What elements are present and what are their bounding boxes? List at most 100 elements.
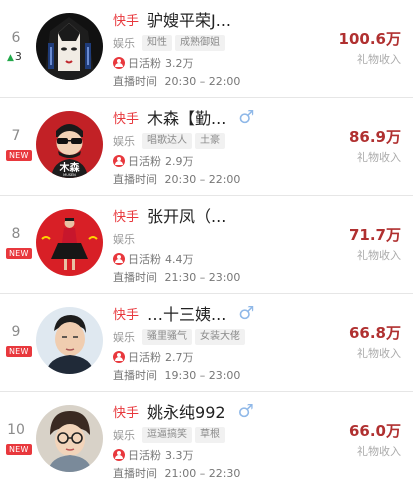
avatar[interactable]: 木森 MUSEN xyxy=(36,111,103,178)
live-time-label: 直播时间 xyxy=(113,271,157,284)
category-label: 娱乐 xyxy=(113,37,135,50)
tag: 成熟御姐 xyxy=(175,35,225,51)
streamer-name[interactable]: 木森【勤... xyxy=(147,105,226,129)
up-arrow-icon: ▲ xyxy=(7,53,14,63)
gift-income-label: 礼物收入 xyxy=(357,445,401,458)
gift-income-amount: 66.8万 xyxy=(348,324,401,342)
rank-change: ▲3 xyxy=(7,50,22,63)
gift-income-label: 礼物收入 xyxy=(357,53,401,66)
tag: 女装大佬 xyxy=(195,329,245,345)
gift-income-amount: 66.0万 xyxy=(348,422,401,440)
streamer-info: 快手 木森【勤... ♂ 娱乐 唱歌达人 土豪 日活粉 2.9万 直播时间 20… xyxy=(113,106,333,187)
fans-count: 3.3万 xyxy=(165,448,194,462)
ranking-row[interactable]: 9 NEW 快手 …十三姨... ♂ 娱乐 骚里骚气 女装大佬 日活粉 2.7万… xyxy=(0,294,413,392)
live-time-label: 直播时间 xyxy=(113,467,157,480)
avatar-image: 木森 MUSEN xyxy=(36,111,103,178)
fans-label: 日活粉 xyxy=(128,448,161,462)
new-badge: NEW xyxy=(6,150,32,161)
tag: 草根 xyxy=(195,427,225,443)
tag: 知性 xyxy=(142,35,172,51)
rank-column: 8 NEW xyxy=(5,196,32,293)
avatar[interactable] xyxy=(36,405,103,472)
fans-count: 2.9万 xyxy=(165,154,194,168)
ranking-row[interactable]: 10 NEW 快手 姚永纯992 ♂ 娱乐 逗逼搞笑 草根 日活粉 3.3万 直… xyxy=(0,392,413,490)
tag: 唱歌达人 xyxy=(142,133,192,149)
fans-label: 日活粉 xyxy=(128,252,161,266)
fans-label: 日活粉 xyxy=(128,154,161,168)
new-badge: NEW xyxy=(6,346,32,357)
streamer-info: 快手 姚永纯992 ♂ 娱乐 逗逼搞笑 草根 日活粉 3.3万 直播时间 21:… xyxy=(113,400,333,481)
avatar-image xyxy=(36,307,103,374)
new-badge: NEW xyxy=(6,248,32,259)
streamer-name[interactable]: 驴嫂平荣J... xyxy=(147,7,231,31)
male-gender-icon: ♂ xyxy=(238,106,255,128)
live-time-value: 20:30 – 22:00 xyxy=(164,173,241,186)
fans-count: 2.7万 xyxy=(165,350,194,364)
fans-icon xyxy=(113,56,125,69)
fans-icon xyxy=(113,448,125,461)
avatar[interactable] xyxy=(36,209,103,276)
avatar-logo-subtext: MUSEN xyxy=(63,173,76,177)
live-time-label: 直播时间 xyxy=(113,173,157,186)
category-label: 娱乐 xyxy=(113,331,135,344)
live-time-label: 直播时间 xyxy=(113,369,157,382)
gift-income-label: 礼物收入 xyxy=(357,249,401,262)
new-badge: NEW xyxy=(6,444,32,455)
income-block: 66.8万 礼物收入 xyxy=(349,324,401,361)
male-gender-icon: ♂ xyxy=(237,400,254,422)
streamer-name[interactable]: 姚永纯992 xyxy=(147,399,226,423)
rank-change-value: 3 xyxy=(14,50,22,63)
platform-label: 快手 xyxy=(113,405,140,421)
gift-income-amount: 100.6万 xyxy=(338,30,401,48)
rank-number: 10 xyxy=(7,422,25,438)
platform-label: 快手 xyxy=(113,13,140,29)
rank-number: 8 xyxy=(11,226,21,242)
ranking-row[interactable]: 7 NEW 木森 MUSEN 快手 木森【勤... ♂ 娱乐 唱歌达人 土豪 日… xyxy=(0,98,413,196)
rank-number: 6 xyxy=(11,30,21,46)
rank-column: 6 ▲3 xyxy=(5,0,31,97)
streamer-name[interactable]: 张开凤（... xyxy=(147,203,226,227)
income-block: 66.0万 礼物收入 xyxy=(349,422,401,459)
streamer-info: 快手 驴嫂平荣J... 娱乐 知性 成熟御姐 日活粉 3.2万 直播时间 20:… xyxy=(113,8,333,89)
male-gender-icon: ♂ xyxy=(238,302,255,324)
tag: 逗逼搞笑 xyxy=(142,427,192,443)
gift-income-label: 礼物收入 xyxy=(357,151,401,164)
rank-column: 7 NEW xyxy=(5,98,32,195)
category-label: 娱乐 xyxy=(113,429,135,442)
fans-icon xyxy=(113,252,125,265)
income-block: 86.9万 礼物收入 xyxy=(349,128,401,165)
avatar-image xyxy=(36,405,103,472)
ranking-row[interactable]: 8 NEW 快手 张开凤（... 娱乐 日活粉 4.4万 直播时间 21:30 … xyxy=(0,196,413,294)
category-label: 娱乐 xyxy=(113,135,135,148)
rank-number: 7 xyxy=(11,128,21,144)
platform-label: 快手 xyxy=(113,209,140,225)
streamer-name[interactable]: …十三姨... xyxy=(147,301,226,325)
fans-icon xyxy=(113,350,125,363)
live-time-value: 19:30 – 23:00 xyxy=(164,369,241,382)
rank-column: 10 NEW xyxy=(5,392,32,490)
tag: 土豪 xyxy=(195,133,225,149)
fans-icon xyxy=(113,154,125,167)
avatar[interactable] xyxy=(36,13,103,80)
rank-number: 9 xyxy=(11,324,21,340)
live-time-value: 20:30 – 22:00 xyxy=(164,75,241,88)
gift-income-amount: 71.7万 xyxy=(348,226,401,244)
income-block: 100.6万 礼物收入 xyxy=(339,30,401,67)
avatar[interactable] xyxy=(36,307,103,374)
tag: 骚里骚气 xyxy=(142,329,192,345)
fans-label: 日活粉 xyxy=(128,350,161,364)
category-label: 娱乐 xyxy=(113,233,135,246)
platform-label: 快手 xyxy=(113,111,140,127)
live-time-value: 21:30 – 23:00 xyxy=(164,271,241,284)
fans-label: 日活粉 xyxy=(128,56,161,70)
streamer-ranking-list: 6 ▲3 快手 驴嫂平荣J... 娱乐 知性 成熟御姐 日活粉 3.2万 直播时… xyxy=(0,0,413,491)
avatar-image xyxy=(36,13,103,80)
live-time-value: 21:00 – 22:30 xyxy=(164,467,241,480)
income-block: 71.7万 礼物收入 xyxy=(349,226,401,263)
gift-income-amount: 86.9万 xyxy=(348,128,401,146)
streamer-info: 快手 …十三姨... ♂ 娱乐 骚里骚气 女装大佬 日活粉 2.7万 直播时间 … xyxy=(113,302,333,383)
platform-label: 快手 xyxy=(113,307,140,323)
streamer-info: 快手 张开凤（... 娱乐 日活粉 4.4万 直播时间 21:30 – 23:0… xyxy=(113,204,333,285)
fans-count: 3.2万 xyxy=(165,56,194,70)
ranking-row[interactable]: 6 ▲3 快手 驴嫂平荣J... 娱乐 知性 成熟御姐 日活粉 3.2万 直播时… xyxy=(0,0,413,98)
